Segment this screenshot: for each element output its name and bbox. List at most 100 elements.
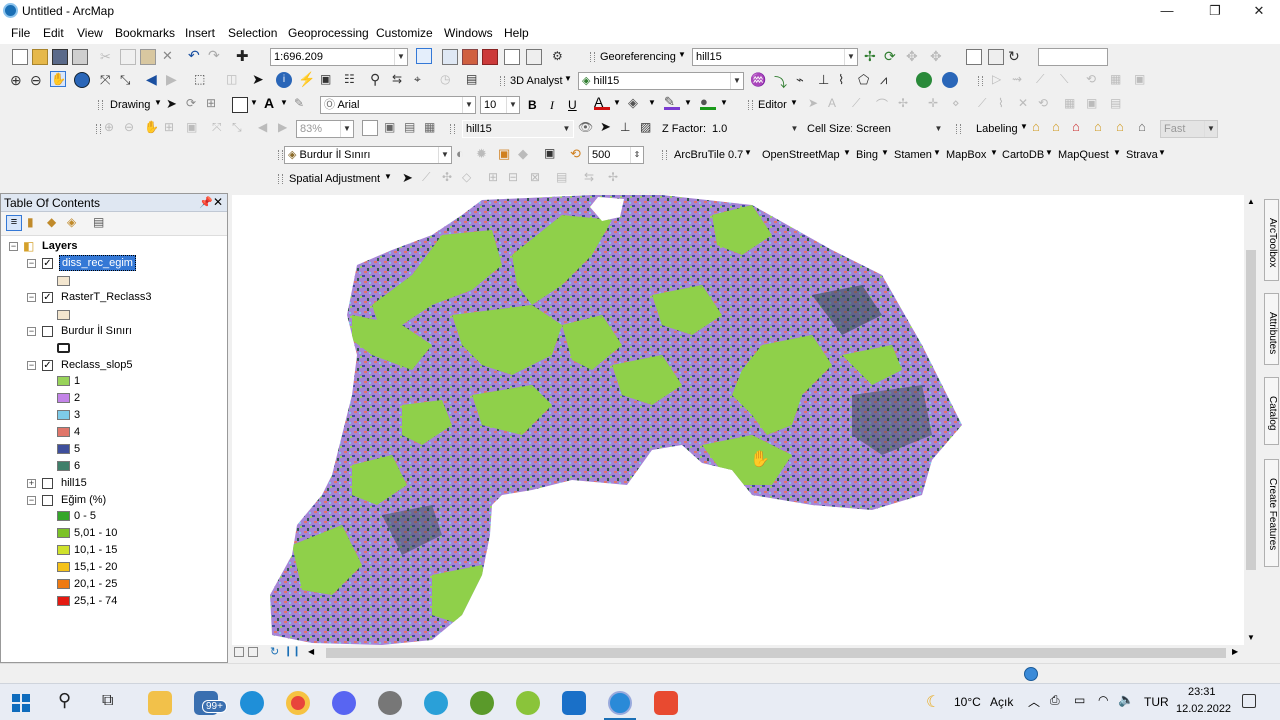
wifi-icon[interactable]: ◠: [1098, 693, 1108, 707]
clear-selection-icon[interactable]: ◫: [226, 72, 242, 88]
reshape-icon[interactable]: ⇝: [1012, 72, 1028, 88]
polygon-outline-swatch[interactable]: [57, 343, 70, 353]
toolbar-grip[interactable]: [96, 124, 101, 134]
hyperlink-icon[interactable]: ⚡: [298, 71, 315, 87]
italic-button[interactable]: I: [550, 98, 554, 113]
collapse-icon[interactable]: −: [27, 361, 36, 370]
create-tin-icon[interactable]: ▨: [640, 120, 656, 136]
close-button[interactable]: ✕: [1236, 0, 1280, 22]
file-explorer-icon[interactable]: [148, 691, 172, 715]
add-control-points-icon[interactable]: ✢: [864, 48, 880, 64]
toolbar-grip[interactable]: [500, 76, 505, 86]
layer-row-rastert-reclass3[interactable]: − ✓ RasterT_Reclass3: [1, 289, 227, 306]
layer-visibility-checkbox[interactable]: ✓: [42, 360, 53, 371]
task-view-icon[interactable]: ⧉: [102, 692, 113, 710]
find-route-icon[interactable]: ⇆: [392, 72, 408, 88]
underline-button[interactable]: U: [568, 98, 577, 112]
edit-tool-icon[interactable]: ➤: [808, 96, 824, 112]
class-swatch[interactable]: [57, 427, 70, 437]
arcglobe-icon[interactable]: [942, 72, 958, 88]
layer-symbol-swatch[interactable]: [57, 310, 70, 320]
arctoolbox-icon[interactable]: [482, 49, 498, 65]
layer-visibility-checkbox[interactable]: ✓: [42, 292, 53, 303]
rotate-element-icon[interactable]: ⟳: [186, 96, 202, 112]
pause-drawing-icon[interactable]: ❙❙: [284, 646, 301, 657]
z-factor-combo[interactable]: 1.0 ▼: [708, 120, 802, 138]
layer-symbol-swatch[interactable]: [57, 276, 70, 286]
time-slider-icon[interactable]: ◷: [440, 72, 456, 88]
new-document-icon[interactable]: [12, 49, 28, 65]
point-icon[interactable]: ✛: [928, 96, 944, 112]
attributes-icon[interactable]: ▦: [1110, 72, 1126, 88]
cut-icon[interactable]: ✂: [100, 49, 116, 65]
toolbar-grip[interactable]: [278, 150, 283, 160]
collapse-icon[interactable]: −: [27, 259, 36, 268]
open-folder-icon[interactable]: [32, 49, 48, 65]
layout-zoom-out-icon[interactable]: ⊖: [124, 120, 140, 136]
add-data-icon[interactable]: ✚: [236, 47, 252, 65]
georef-layer-combo[interactable]: hill15 ▼: [692, 48, 858, 66]
edit-vertices-edit-icon[interactable]: ⟋: [978, 96, 994, 112]
chrome-icon[interactable]: [286, 691, 310, 715]
horizontal-scroll-thumb[interactable]: [326, 648, 1226, 658]
contour-icon[interactable]: ♒: [750, 72, 766, 88]
new-text-icon[interactable]: A: [264, 95, 280, 111]
font-combo[interactable]: Ⓞ Arial ▼: [320, 96, 476, 114]
weather-temp[interactable]: 10°C: [954, 695, 981, 709]
layer-row-egim[interactable]: − Eğim (%): [1, 492, 227, 509]
layer-row-hill15[interactable]: + hill15: [1, 475, 227, 492]
cell-size-combo[interactable]: Screen ▼: [852, 120, 946, 138]
straight-segment-icon[interactable]: ⟋: [852, 96, 868, 112]
georeferencing-menu[interactable]: Georeferencing: [600, 51, 676, 63]
class-swatch[interactable]: [57, 511, 70, 521]
app-icon-2[interactable]: [424, 691, 448, 715]
menu-windows[interactable]: Windows: [444, 26, 493, 40]
class-swatch[interactable]: [57, 562, 70, 572]
line-color-icon[interactable]: ✎: [664, 94, 680, 110]
dock-tab-arctoolbox[interactable]: ArcToolbox: [1264, 199, 1279, 281]
expand-icon[interactable]: +: [27, 479, 36, 488]
interpolate-icon[interactable]: ⊥: [620, 120, 636, 136]
clear-links-icon[interactable]: ⊠: [530, 170, 546, 186]
zoom-100-icon[interactable]: ▣: [186, 120, 202, 136]
flicker-icon[interactable]: ◆: [518, 146, 534, 162]
forward-arrow-icon[interactable]: ▶: [166, 71, 182, 87]
model-builder-icon[interactable]: ⚙: [552, 49, 568, 65]
view-unplaced-labels-icon[interactable]: ⌂: [1138, 119, 1154, 135]
sketch-properties-icon[interactable]: ▣: [1134, 72, 1150, 88]
battery-icon[interactable]: ▭: [1074, 693, 1085, 707]
editor-menu[interactable]: Editor: [758, 99, 787, 111]
identify-icon[interactable]: i: [276, 72, 292, 88]
menu-geoprocessing[interactable]: Geoprocessing: [288, 26, 369, 40]
class-swatch[interactable]: [57, 410, 70, 420]
vpn-shield-icon[interactable]: [562, 691, 586, 715]
app-icon-3[interactable]: [470, 691, 494, 715]
refresh-view-icon[interactable]: ↻: [270, 645, 279, 658]
arcscene-icon[interactable]: [916, 72, 932, 88]
swipe-icon[interactable]: 👁: [578, 120, 594, 136]
toggle-draft-mode-icon[interactable]: [362, 120, 378, 136]
3d-layer-combo[interactable]: hill15 ▼: [462, 120, 574, 138]
scroll-down-icon[interactable]: ▼: [1247, 633, 1255, 642]
start-windows-icon[interactable]: [12, 694, 30, 712]
app-icon[interactable]: [378, 691, 402, 715]
edit-annotation-icon[interactable]: A: [828, 96, 844, 112]
menu-bookmarks[interactable]: Bookmarks: [115, 26, 175, 40]
zoom-out-icon[interactable]: ⊖: [30, 72, 46, 88]
effects-layer-combo[interactable]: ◈ Burdur İl Sınırı ▼: [284, 146, 452, 164]
arcmap-taskbar-icon[interactable]: [608, 691, 632, 715]
scroll-up-icon[interactable]: ▲: [1247, 197, 1255, 206]
layout-pan-icon[interactable]: ✋: [144, 120, 160, 136]
layer-visibility-checkbox[interactable]: [42, 478, 53, 489]
line-of-sight-icon[interactable]: ⌁: [796, 72, 812, 88]
layer-name[interactable]: Eğim (%): [61, 494, 106, 506]
layer-name[interactable]: hill15: [61, 477, 87, 489]
view-link-table-icon[interactable]: [966, 49, 982, 65]
layer-row-diss-rec-egim[interactable]: − ✓ diss_rec_egim: [1, 255, 227, 272]
delete-icon[interactable]: ✕: [162, 48, 178, 64]
layer-name[interactable]: RasterT_Reclass3: [61, 291, 151, 303]
create-viewer-icon[interactable]: ▤: [466, 72, 482, 88]
cut-polygons-icon[interactable]: ✕: [1018, 96, 1034, 112]
swipe-layer-icon[interactable]: ▣: [544, 146, 560, 162]
change-layout-icon[interactable]: ▤: [404, 120, 420, 136]
